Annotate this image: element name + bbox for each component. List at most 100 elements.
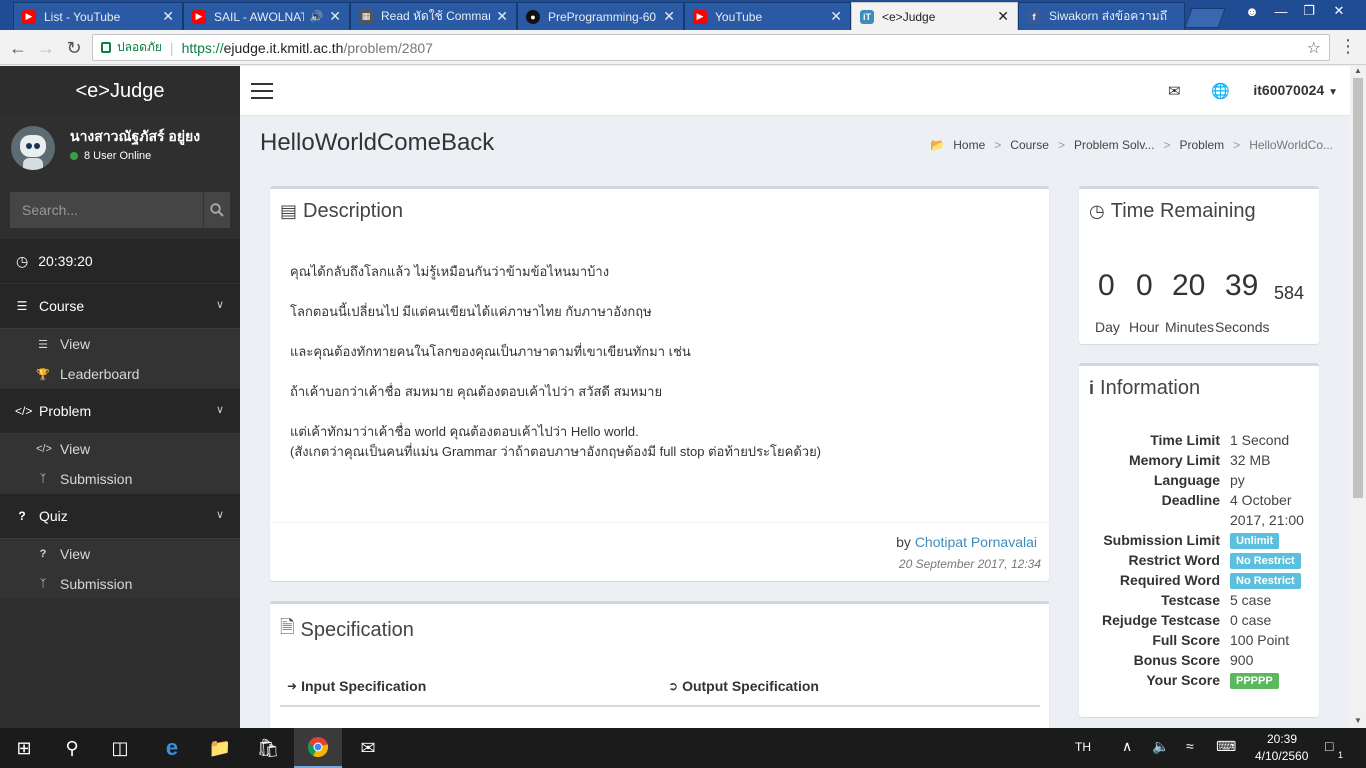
sidebar-item-quiz[interactable]: ? Quiz ∨	[0, 494, 240, 538]
volume-icon[interactable]: 🔈	[1152, 738, 1169, 755]
close-icon[interactable]: ✕	[329, 8, 341, 25]
breadcrumb-problem-solving[interactable]: Problem Solv...	[1074, 138, 1154, 152]
online-count: 8 User Online	[84, 150, 152, 162]
list-icon: ☰	[16, 299, 28, 313]
sidebar-item-course[interactable]: ☰ Course ∨	[0, 284, 240, 328]
hamburger-menu-icon[interactable]	[251, 83, 273, 99]
browser-tab-github[interactable]: ● PreProgramming-60 ✕	[517, 2, 684, 30]
search-input[interactable]	[10, 192, 203, 228]
box-title: Information	[1100, 377, 1201, 399]
minimize-button[interactable]: —	[1266, 0, 1296, 22]
countdown-milliseconds: 584	[1274, 283, 1305, 303]
breadcrumb-problem[interactable]: Problem	[1179, 138, 1224, 152]
window-close-button[interactable]: ✕	[1324, 0, 1354, 22]
info-row-deadline: Deadline 4 October 2017, 21:00	[1079, 492, 1319, 532]
page-scrollbar[interactable]: ▲ ▼	[1350, 66, 1366, 728]
url-path: /problem/2807	[343, 39, 433, 56]
task-view-icon[interactable]: ◫	[96, 728, 144, 768]
info-row-required-word: Required Word No Restrict	[1079, 572, 1319, 592]
restore-button[interactable]: ❐	[1294, 0, 1324, 22]
browser-tab-list-youtube[interactable]: ▶ List - YouTube ✕	[13, 2, 183, 30]
clock-icon: ◷	[1089, 201, 1105, 221]
browser-tab-facebook[interactable]: f Siwakorn ส่งข้อความถึ	[1018, 2, 1185, 30]
file-text-icon: 🗎	[280, 617, 295, 637]
info-key: Restrict Word	[1128, 552, 1220, 568]
brand-logo[interactable]: <e>Judge	[0, 66, 240, 116]
user-menu[interactable]: it60070024 ▼	[1253, 82, 1338, 98]
input-language[interactable]: TH	[1075, 740, 1091, 754]
info-key: Language	[1153, 472, 1220, 488]
browser-tab-ejudge[interactable]: iT <e>Judge ✕	[851, 2, 1018, 30]
description-paragraph: ถ้าเค้าบอกว่าเค้าชื่อ สมหมาย คุณต้องตอบเ…	[290, 384, 663, 399]
user-icon[interactable]: ☻	[1237, 0, 1267, 22]
back-arrow-icon[interactable]: ←	[6, 36, 30, 60]
course-submenu: ☰ View 🏆 Leaderboard	[0, 328, 240, 388]
address-bar[interactable]: ปลอดภัย | https:// ejudge.it.kmitl.ac.th…	[92, 34, 1330, 61]
reload-icon[interactable]: ↻	[62, 36, 86, 60]
close-icon[interactable]: ✕	[997, 8, 1009, 25]
browser-tab-read[interactable]: ▦ Read หัดใช้ Comman ✕	[350, 2, 517, 30]
wifi-icon[interactable]: ≈	[1186, 738, 1194, 754]
more-menu-icon[interactable]: ⋮	[1338, 36, 1358, 60]
avatar	[11, 126, 55, 170]
search-icon[interactable]: ⚲	[48, 728, 96, 768]
taskbar-date[interactable]: 4/10/2560	[1255, 749, 1308, 763]
breadcrumb-course[interactable]: Course	[1010, 138, 1049, 152]
description-footer: by Chotipat Pornavalai 20 September 2017…	[270, 522, 1050, 582]
mail-icon[interactable]: ✉	[344, 728, 392, 768]
sidebar-item-quiz-submission[interactable]: ᛉ Submission	[0, 569, 240, 599]
description-paragraph: และคุณต้องทักทายคนในโลกของคุณเป็นภาษาตาม…	[290, 344, 691, 359]
windows-start-icon[interactable]: ⊞	[0, 728, 48, 768]
sign-out-icon: ➲	[668, 679, 679, 693]
description-text: คุณได้กลับถึงโลกแล้ว ไม่รู้เหมือนกันว่าข…	[290, 262, 821, 462]
sidebar-item-label: Course	[39, 298, 85, 314]
facebook-icon: f	[1027, 9, 1041, 24]
close-icon[interactable]: ✕	[830, 8, 842, 25]
browser-tab-youtube[interactable]: ▶ YouTube ✕	[684, 2, 851, 30]
info-row-testcase: Testcase 5 case	[1079, 592, 1319, 612]
sidebar-clock: ◷ 20:39:20	[0, 239, 240, 283]
search-button[interactable]	[203, 192, 230, 228]
sidebar-item-problem[interactable]: </> Problem ∨	[0, 389, 240, 433]
close-icon[interactable]: ✕	[162, 8, 174, 25]
close-icon[interactable]: ✕	[496, 8, 508, 25]
user-name: นางสาวณัฐภัสร์ อยู่ยง	[70, 128, 201, 144]
sidebar-item-problem-view[interactable]: </> View	[0, 434, 240, 464]
info-key: Submission Limit	[1103, 532, 1220, 548]
breadcrumb-home[interactable]: Home	[953, 138, 985, 152]
bookmark-star-icon[interactable]: ☆	[1307, 38, 1321, 58]
breadcrumb-current: HelloWorldCo...	[1249, 138, 1333, 152]
sidebar-item-quiz-view[interactable]: ? View	[0, 539, 240, 569]
notification-icon[interactable]: □	[1325, 738, 1333, 754]
edge-icon[interactable]: e	[148, 728, 196, 768]
store-icon[interactable]: 🛍	[244, 728, 292, 768]
envelope-icon[interactable]: ✉	[1168, 82, 1181, 100]
chrome-icon[interactable]	[294, 728, 342, 768]
info-row-memory-limit: Memory Limit 32 MB	[1079, 452, 1319, 472]
chevron-up-icon[interactable]: ∧	[1122, 738, 1132, 755]
keyboard-icon[interactable]: ⌨	[1216, 738, 1236, 755]
sidebar-item-course-view[interactable]: ☰ View	[0, 329, 240, 359]
close-icon[interactable]: ✕	[663, 8, 675, 25]
clock-time: 20:39:20	[38, 253, 93, 269]
sidebar-item-leaderboard[interactable]: 🏆 Leaderboard	[0, 359, 240, 389]
new-tab-button[interactable]	[1184, 8, 1226, 28]
scrollbar-thumb[interactable]	[1353, 78, 1363, 498]
scroll-down-icon[interactable]: ▼	[1350, 716, 1366, 728]
taskbar-time[interactable]: 20:39	[1267, 732, 1297, 746]
author-link[interactable]: Chotipat Pornavalai	[915, 534, 1037, 550]
scroll-up-icon[interactable]: ▲	[1350, 66, 1366, 78]
speaker-icon[interactable]: 🔊	[310, 10, 324, 23]
info-key: Deadline	[1161, 492, 1220, 508]
sidebar-item-problem-submission[interactable]: ᛉ Submission	[0, 464, 240, 494]
secure-indicator[interactable]: ปลอดภัย	[93, 38, 162, 57]
file-explorer-icon[interactable]: 📁	[196, 728, 244, 768]
globe-icon[interactable]: 🌐	[1211, 82, 1230, 100]
box-title: Time Remaining	[1110, 200, 1256, 222]
sidebar-item-label: View	[60, 546, 91, 562]
information-heading: i Information	[1089, 377, 1200, 400]
breadcrumb-separator: >	[1057, 138, 1065, 152]
browser-tab-sail[interactable]: ▶ SAIL - AWOLNAT 🔊 ✕	[183, 2, 350, 30]
tab-label: Read หัดใช้ Comman	[381, 9, 491, 23]
forward-arrow-icon[interactable]: →	[34, 36, 58, 60]
